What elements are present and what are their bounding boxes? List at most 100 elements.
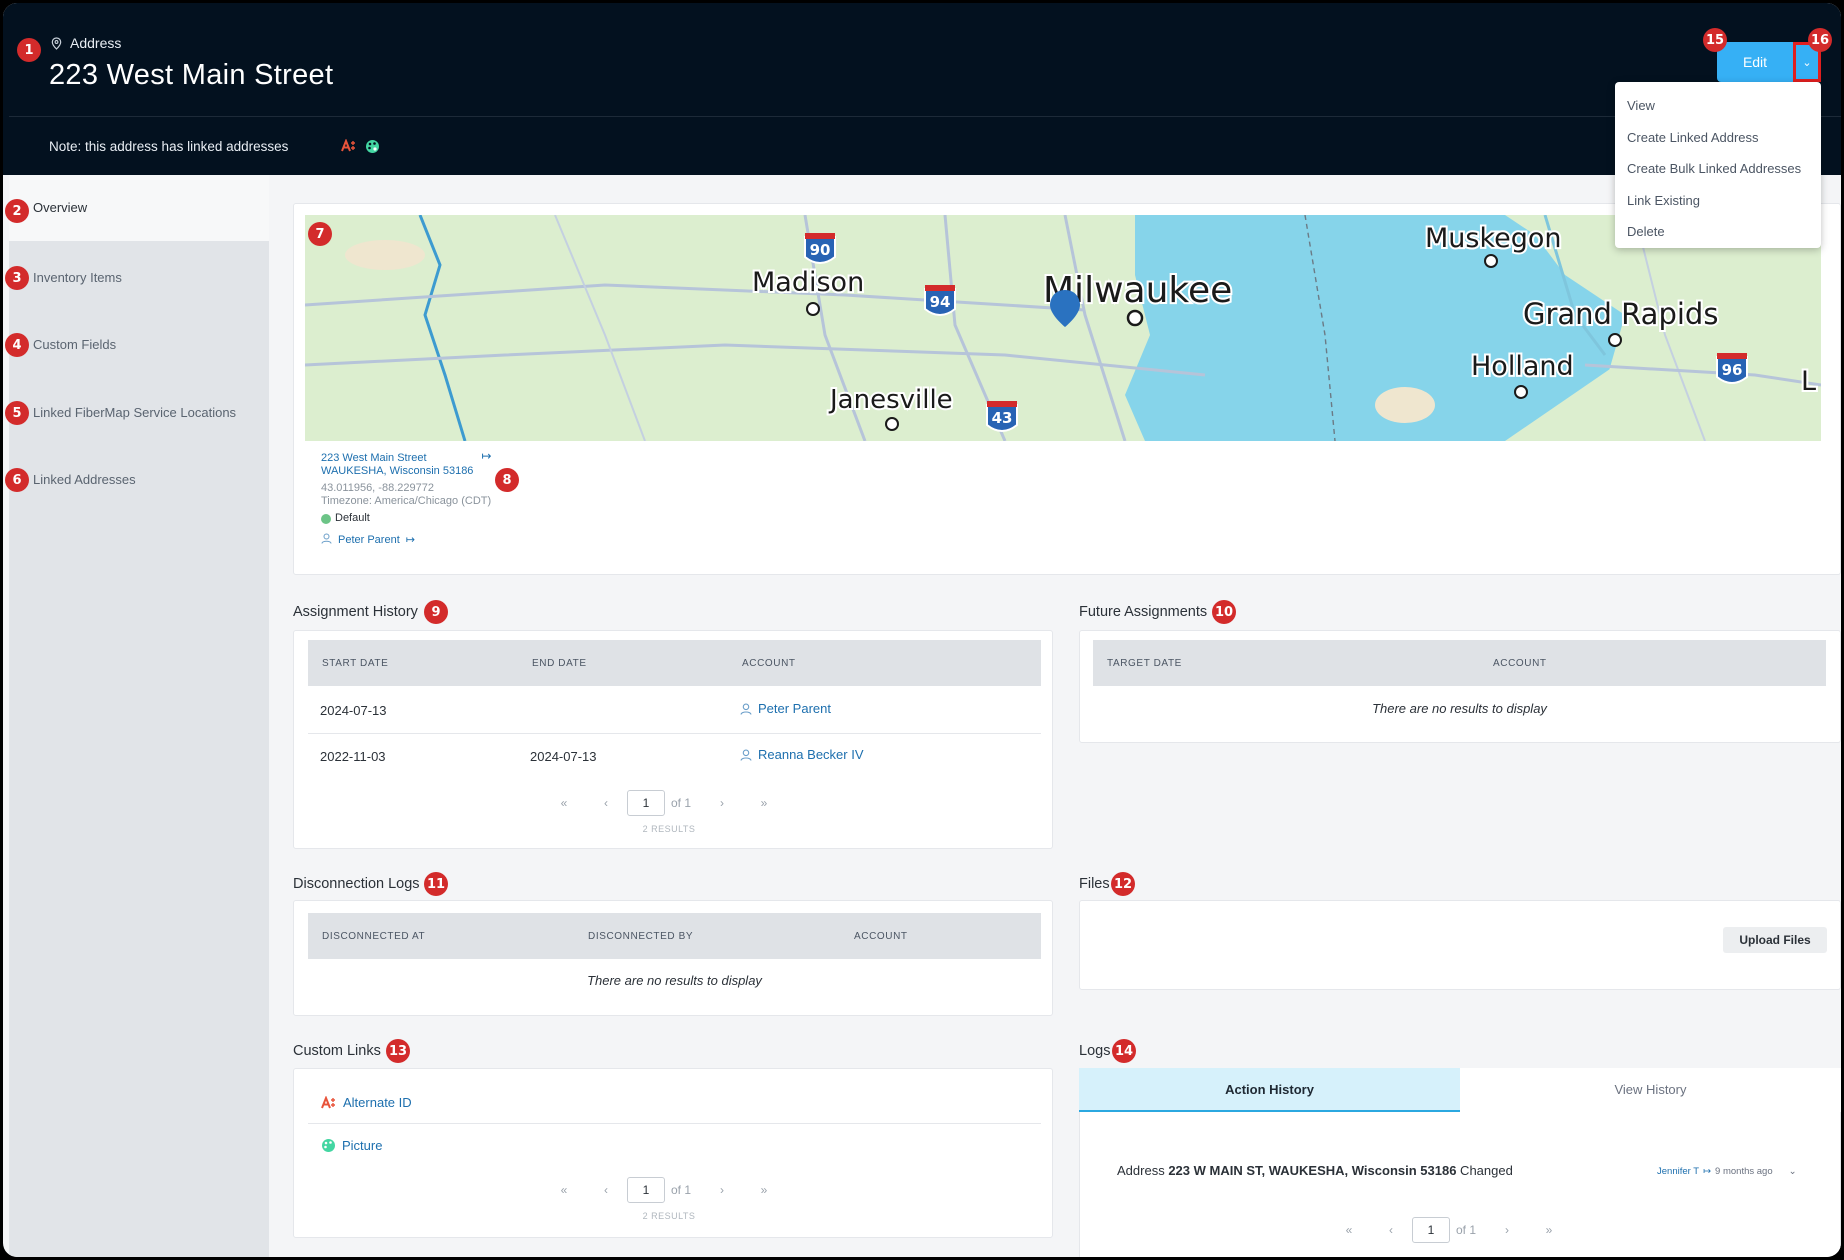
sortable-column-target-date[interactable]: TARGET DATE [1107,658,1182,669]
alternate-id-icon[interactable] [341,138,357,159]
chevron-down-icon[interactable]: ⌄ [1789,1166,1797,1177]
menu-item-link-existing[interactable]: Link Existing [1615,185,1821,217]
external-link-icon[interactable]: ↦ [1703,1166,1711,1177]
assignment-history-title: Assignment History [293,604,418,620]
user-icon [321,533,332,548]
city-label-partial: L [1801,366,1816,397]
annotation-marker: 2 [5,199,29,223]
future-assignments-header: TARGET DATE ACCOUNT [1093,640,1826,686]
disconnection-logs-title: Disconnection Logs [293,876,420,892]
sidebar-item-custom-fields[interactable]: Custom Fields [9,312,269,378]
assignment-history-header: START DATE END DATE ACCOUNT [308,640,1041,686]
address-status: Default [321,512,492,525]
sidebar-item-overview[interactable]: Overview [9,175,269,241]
alternate-id-icon [321,1095,335,1108]
app-window: Address 223 West Main Street Note: this … [3,3,1841,1257]
palette-icon [322,1139,335,1152]
address-details: 223 West Main Street WAUKESHA, Wisconsin… [321,450,492,548]
user-icon [740,703,752,715]
empty-message: There are no results to display [587,973,762,988]
page-title: 223 West Main Street [49,59,334,91]
sidebar-item-linked-addresses[interactable]: Linked Addresses [9,447,269,513]
edit-dropdown-menu: View Create Linked Address Create Bulk L… [1615,82,1821,248]
sidebar-item-inventory-items[interactable]: Inventory Items [9,245,269,311]
next-page-button[interactable]: › [1486,1223,1528,1237]
last-page-button[interactable]: » [743,1183,785,1197]
prev-page-button[interactable]: ‹ [585,1183,627,1197]
menu-item-create-linked-address[interactable]: Create Linked Address [1615,122,1821,154]
svg-text:90: 90 [810,241,831,259]
city-label-madison: Madison [752,267,864,298]
files-title: Files [1079,876,1110,892]
breadcrumb: Address [51,35,121,51]
custom-links-title: Custom Links [293,1043,381,1059]
address-line1[interactable]: 223 West Main Street [321,452,473,465]
address-owner[interactable]: Peter Parent ↦ [321,533,492,548]
custom-links-pagination: « ‹ 1 of 1 › » [543,1177,785,1203]
city-label-holland: Holland [1471,351,1574,382]
last-page-button[interactable]: » [743,796,785,810]
next-page-button[interactable]: › [701,1183,743,1197]
assignment-history-pagination: « ‹ 1 of 1 › » [543,790,785,816]
log-entry-meta: Jennifer T ↦ 9 months ago ⌄ [1657,1166,1797,1177]
menu-item-create-bulk-linked-addresses[interactable]: Create Bulk Linked Addresses [1615,153,1821,185]
address-line2[interactable]: WAUKESHA, Wisconsin 53186 [321,465,473,478]
annotation-marker: 16 [1808,28,1832,52]
palette-icon[interactable] [365,139,380,159]
page-header: Address 223 West Main Street Note: this … [3,3,1841,175]
empty-message: There are no results to display [1372,701,1547,716]
city-label-grand-rapids: Grand Rapids [1523,297,1718,331]
disconnection-logs-header: DISCONNECTED AT DISCONNECTED BY ACCOUNT [308,913,1041,959]
annotation-marker: 10 [1212,600,1236,624]
address-timezone: Timezone: America/Chicago (CDT) [321,495,492,507]
prev-page-button[interactable]: ‹ [585,796,627,810]
city-label-janesville: Janesville [828,385,953,415]
edit-button[interactable]: Edit [1717,42,1793,82]
menu-item-delete[interactable]: Delete [1615,216,1821,248]
svg-text:96: 96 [1722,361,1743,379]
tab-view-history[interactable]: View History [1460,1068,1841,1112]
future-assignments-title: Future Assignments [1079,604,1208,620]
custom-link-picture[interactable]: Picture [321,1138,382,1153]
address-coords: 43.011956, -88.229772 [321,482,434,494]
annotation-marker: 7 [308,222,332,246]
page-input[interactable]: 1 [1412,1217,1450,1243]
highway-shield-94: 94 [924,285,956,316]
results-count: 2 RESULTS [642,824,696,834]
menu-item-view[interactable]: View [1615,90,1821,122]
city-label-muskegon: Muskegon [1425,223,1562,254]
location-pin-icon [51,36,62,50]
log-user-link[interactable]: Jennifer T [1657,1166,1699,1177]
annotation-marker: 8 [495,468,519,492]
sidebar-item-linked-fibermap[interactable]: Linked FiberMap Service Locations [9,380,269,446]
note-icons [341,138,380,159]
status-dot-icon [321,513,331,524]
header-divider [9,116,1841,117]
external-link-icon[interactable]: ↦ [481,450,491,463]
annotation-marker: 4 [5,333,29,357]
page-input[interactable]: 1 [627,1177,665,1203]
logs-pagination: « ‹ 1 of 1 › » [1328,1217,1570,1243]
user-icon [740,749,752,761]
address-map[interactable]: 90 94 43 96 Madison Milwaukee Muskegon G… [305,215,1821,441]
highway-shield-43: 43 [986,401,1018,432]
annotation-marker: 6 [5,468,29,492]
page-input[interactable]: 1 [627,790,665,816]
custom-link-alternate-id[interactable]: Alternate ID [321,1095,412,1110]
next-page-button[interactable]: › [701,796,743,810]
upload-files-button[interactable]: Upload Files [1723,927,1827,953]
prev-page-button[interactable]: ‹ [1370,1223,1412,1237]
chevron-down-icon: ⌄ [1802,56,1812,69]
svg-text:43: 43 [992,409,1013,427]
annotation-marker: 11 [424,872,448,896]
tab-action-history[interactable]: Action History [1079,1068,1460,1112]
first-page-button[interactable]: « [543,796,585,810]
last-page-button[interactable]: » [1528,1223,1570,1237]
highway-shield-96: 96 [1716,353,1748,384]
breadcrumb-label: Address [70,35,122,51]
first-page-button[interactable]: « [543,1183,585,1197]
annotation-marker: 12 [1111,872,1135,896]
first-page-button[interactable]: « [1328,1223,1370,1237]
external-link-icon[interactable]: ↦ [406,534,415,547]
svg-text:94: 94 [930,293,951,311]
